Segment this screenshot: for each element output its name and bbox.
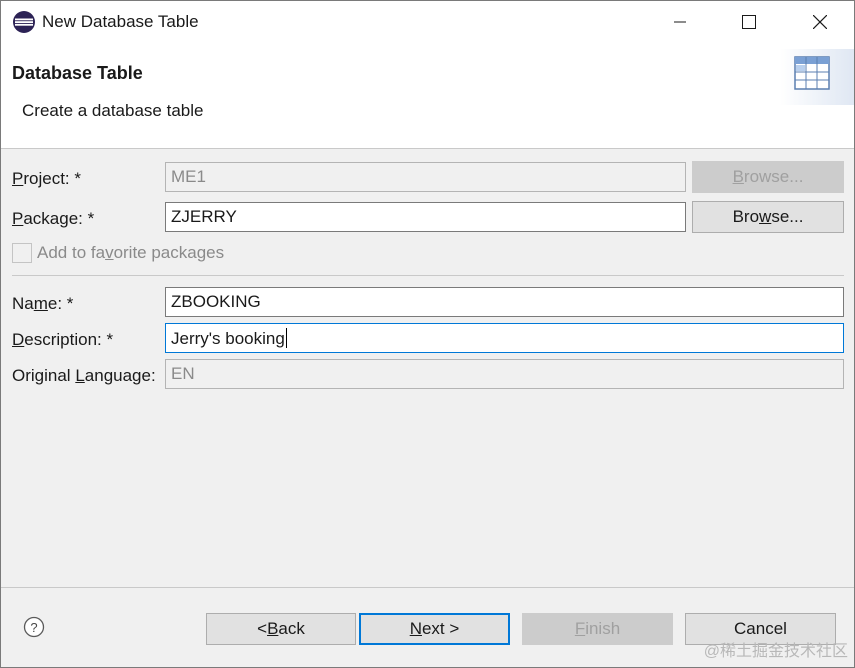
original-language-field: EN bbox=[165, 359, 844, 389]
separator bbox=[12, 275, 844, 276]
watermark: @稀土掘金技术社区 bbox=[703, 643, 848, 660]
text-caret bbox=[285, 328, 287, 348]
project-browse-button: Browse... bbox=[692, 161, 844, 193]
maximize-icon bbox=[742, 15, 756, 29]
window-title: New Database Table bbox=[42, 12, 199, 31]
favorite-packages-checkbox bbox=[12, 243, 32, 263]
project-field: ME1 bbox=[165, 162, 686, 192]
minimize-icon bbox=[674, 21, 686, 23]
name-field[interactable]: ZBOOKING bbox=[165, 287, 844, 317]
package-browse-button[interactable]: Bro w se... bbox=[692, 201, 844, 233]
database-table-icon bbox=[780, 49, 854, 105]
favorite-packages-label: Add to favorite packages bbox=[37, 243, 225, 262]
help-icon[interactable]: ? bbox=[23, 616, 45, 638]
next-button[interactable]: Next > bbox=[359, 613, 510, 645]
package-field[interactable]: ZJERRY bbox=[165, 202, 686, 232]
description-label: Description: * bbox=[12, 330, 114, 349]
description-value: Jerry's booking bbox=[171, 329, 285, 348]
name-label: Name: * bbox=[12, 294, 74, 313]
banner-description: Create a database table bbox=[22, 101, 204, 120]
button-bar-separator bbox=[1, 587, 854, 588]
close-button[interactable] bbox=[797, 1, 843, 43]
banner-title: Database Table bbox=[12, 63, 143, 83]
description-field[interactable]: Jerry's booking bbox=[165, 323, 844, 353]
maximize-button[interactable] bbox=[726, 1, 772, 43]
title-bar: New Database Table bbox=[1, 1, 854, 43]
minimize-button[interactable] bbox=[657, 1, 703, 43]
eclipse-app-icon bbox=[13, 11, 35, 33]
project-label: Project: * bbox=[12, 169, 81, 188]
package-label: Package: * bbox=[12, 209, 95, 228]
back-button[interactable]: < Back bbox=[206, 613, 356, 645]
original-language-label: Original Language: bbox=[12, 366, 156, 385]
svg-text:?: ? bbox=[30, 620, 37, 635]
close-icon bbox=[813, 15, 827, 29]
wizard-banner: Database Table Create a database table bbox=[1, 43, 854, 149]
dialog-window: New Database Table Database Table Create… bbox=[0, 0, 855, 668]
finish-button: Finish bbox=[522, 613, 673, 645]
